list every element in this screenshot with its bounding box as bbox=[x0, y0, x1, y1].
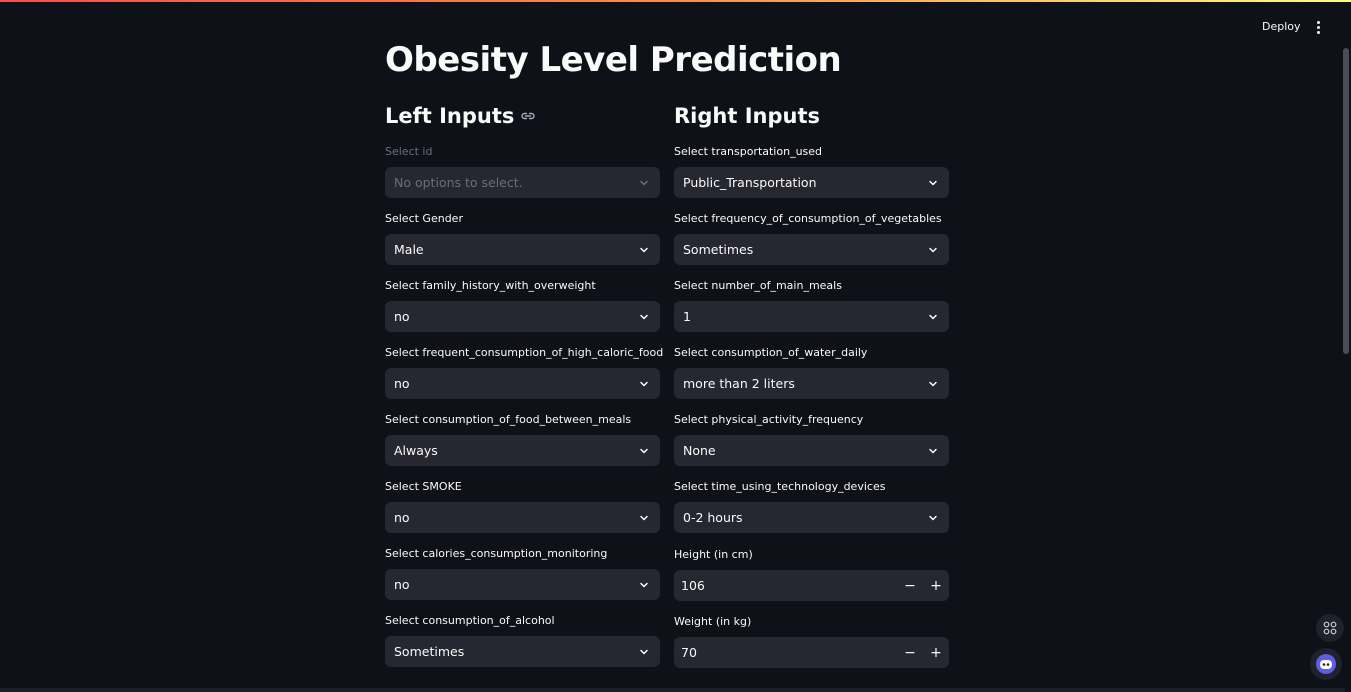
weight-value[interactable]: 70 bbox=[674, 645, 897, 660]
select-dropdown[interactable]: no bbox=[385, 502, 660, 533]
chevron-down-icon bbox=[929, 180, 937, 185]
select-value: no bbox=[394, 510, 410, 525]
chevron-down-icon bbox=[640, 515, 648, 520]
deploy-button[interactable]: Deploy bbox=[1252, 18, 1311, 35]
chevron-down-icon bbox=[929, 247, 937, 252]
left-field-7: Select consumption_of_alcohol Sometimes bbox=[385, 614, 660, 667]
apps-grid-icon[interactable] bbox=[1316, 614, 1344, 642]
right-field-4: Select physical_activity_frequency None bbox=[674, 413, 949, 466]
select-dropdown[interactable]: no bbox=[385, 368, 660, 399]
weight-decrement-button[interactable]: − bbox=[897, 637, 923, 668]
page-title: Obesity Level Prediction bbox=[385, 40, 842, 80]
right-field-3: Select consumption_of_water_dailymore th… bbox=[674, 346, 949, 399]
right-field-2: Select number_of_main_meals 1 bbox=[674, 279, 949, 332]
select-value: no bbox=[394, 309, 410, 324]
height-label: Height (in cm) bbox=[674, 548, 753, 561]
right-inputs-heading: Right Inputs bbox=[674, 104, 820, 128]
weight-label: Weight (in kg) bbox=[674, 615, 752, 628]
right-field-5: Select time_using_technology_devices 0-2 … bbox=[674, 480, 949, 533]
select-value: more than 2 liters bbox=[683, 376, 795, 391]
select-value: Sometimes bbox=[394, 644, 465, 659]
select-value: No options to select. bbox=[394, 175, 523, 190]
select-dropdown[interactable]: Always bbox=[385, 435, 660, 466]
horizontal-scrollbar[interactable] bbox=[0, 688, 1345, 692]
select-dropdown[interactable]: Male bbox=[385, 234, 660, 265]
left-inputs-heading-text: Left Inputs bbox=[385, 104, 515, 128]
weight-increment-button[interactable]: + bbox=[923, 637, 949, 668]
select-label: Select frequency_of_consumption_of_veget… bbox=[674, 212, 942, 225]
select-dropdown[interactable]: no bbox=[385, 301, 660, 332]
select-dropdown[interactable]: Sometimes bbox=[385, 636, 660, 667]
select-dropdown[interactable]: None bbox=[674, 435, 949, 466]
select-label: Select number_of_main_meals bbox=[674, 279, 842, 292]
chevron-down-icon bbox=[640, 314, 648, 319]
select-value: 0-2 hours bbox=[683, 510, 743, 525]
select-dropdown[interactable]: 1 bbox=[674, 301, 949, 332]
chevron-down-icon bbox=[929, 381, 937, 386]
select-value: Always bbox=[394, 443, 438, 458]
right-field-1: Select frequency_of_consumption_of_veget… bbox=[674, 212, 949, 265]
select-label: Select id bbox=[385, 145, 433, 158]
select-label: Select calories_consumption_monitoring bbox=[385, 547, 608, 560]
chevron-down-icon bbox=[640, 582, 648, 587]
select-dropdown[interactable]: no bbox=[385, 569, 660, 600]
chevron-down-icon bbox=[929, 448, 937, 453]
height-number-input[interactable]: 106 − + bbox=[674, 570, 949, 601]
left-field-6: Select calories_consumption_monitoringno bbox=[385, 547, 660, 600]
weight-number-input[interactable]: 70 − + bbox=[674, 637, 949, 668]
select-value: Male bbox=[394, 242, 424, 257]
left-field-2: Select family_history_with_overweightno bbox=[385, 279, 660, 332]
select-value: None bbox=[683, 443, 716, 458]
height-increment-button[interactable]: + bbox=[923, 570, 949, 601]
select-label: Select consumption_of_water_daily bbox=[674, 346, 868, 359]
chevron-down-icon bbox=[929, 515, 937, 520]
left-inputs-heading: Left Inputs bbox=[385, 104, 536, 128]
kebab-menu-icon[interactable] bbox=[1310, 17, 1326, 37]
select-label: Select consumption_of_food_between_meals bbox=[385, 413, 632, 426]
chat-bot-icon[interactable] bbox=[1310, 648, 1342, 680]
right-field-0: Select transportation_used Public_Transpo… bbox=[674, 145, 949, 198]
left-field-0: Select id No options to select. bbox=[385, 145, 660, 198]
left-field-3: Select frequent_consumption_of_high_calo… bbox=[385, 346, 664, 399]
select-label: Select frequent_consumption_of_high_calo… bbox=[385, 346, 664, 359]
chevron-down-icon bbox=[640, 180, 648, 185]
vertical-scrollbar[interactable] bbox=[1343, 48, 1349, 354]
select-label: Select transportation_used bbox=[674, 145, 823, 158]
select-value: Public_Transportation bbox=[683, 175, 817, 190]
left-field-5: Select SMOKE no bbox=[385, 480, 660, 533]
chevron-down-icon bbox=[929, 314, 937, 319]
chevron-down-icon bbox=[640, 448, 648, 453]
right-inputs-heading-text: Right Inputs bbox=[674, 104, 820, 128]
chevron-down-icon bbox=[640, 381, 648, 386]
select-value: no bbox=[394, 577, 410, 592]
select-label: Select SMOKE bbox=[385, 480, 462, 493]
left-field-1: Select Gender Male bbox=[385, 212, 660, 265]
select-label: Select consumption_of_alcohol bbox=[385, 614, 555, 627]
height-value[interactable]: 106 bbox=[674, 578, 897, 593]
select-dropdown: No options to select. bbox=[385, 167, 660, 198]
height-decrement-button[interactable]: − bbox=[897, 570, 923, 601]
select-dropdown[interactable]: more than 2 liters bbox=[674, 368, 949, 399]
height-field: Height (in cm) 106 − + bbox=[674, 548, 949, 601]
left-field-4: Select consumption_of_food_between_meals… bbox=[385, 413, 660, 466]
select-label: Select time_using_technology_devices bbox=[674, 480, 886, 493]
link-icon[interactable] bbox=[520, 108, 536, 124]
weight-field: Weight (in kg) 70 − + bbox=[674, 615, 949, 668]
chevron-down-icon bbox=[640, 649, 648, 654]
select-dropdown[interactable]: Public_Transportation bbox=[674, 167, 949, 198]
select-value: 1 bbox=[683, 309, 691, 324]
select-label: Select physical_activity_frequency bbox=[674, 413, 864, 426]
select-value: no bbox=[394, 376, 410, 391]
chevron-down-icon bbox=[640, 247, 648, 252]
select-label: Select family_history_with_overweight bbox=[385, 279, 596, 292]
select-dropdown[interactable]: Sometimes bbox=[674, 234, 949, 265]
select-label: Select Gender bbox=[385, 212, 463, 225]
select-value: Sometimes bbox=[683, 242, 754, 257]
select-dropdown[interactable]: 0-2 hours bbox=[674, 502, 949, 533]
